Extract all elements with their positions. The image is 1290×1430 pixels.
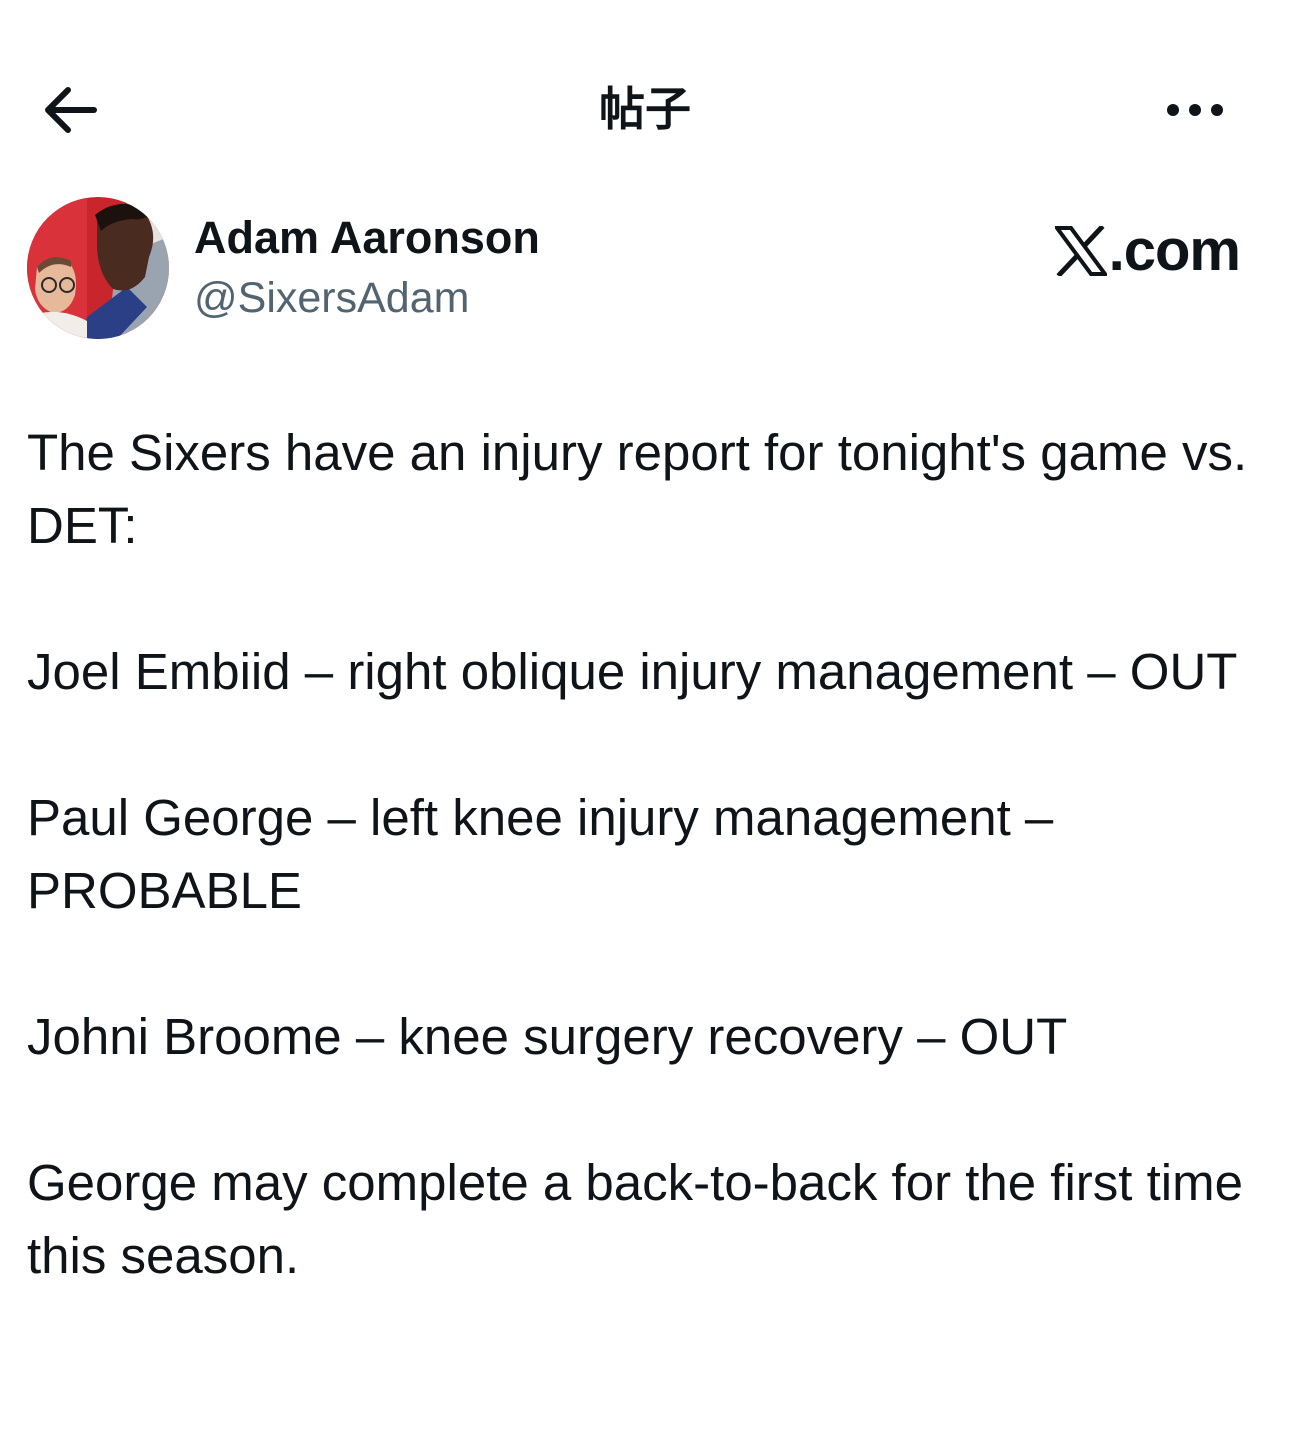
more-horizontal-icon — [1167, 104, 1223, 116]
arrow-left-icon — [45, 87, 97, 133]
back-button[interactable] — [38, 80, 102, 140]
page-title: 帖子 — [599, 82, 691, 136]
post-paragraph: George may complete a back-to-back for t… — [27, 1154, 1243, 1284]
x-logo-icon — [1054, 226, 1107, 276]
post-paragraph: Johni Broome – knee surgery recovery – O… — [27, 1008, 1068, 1065]
post-paragraph: The Sixers have an injury report for ton… — [27, 424, 1248, 554]
x-com-brand: .com — [1054, 216, 1241, 286]
top-bar: 帖子 — [0, 0, 1290, 220]
author-display-name[interactable]: Adam Aaronson — [194, 210, 540, 266]
post-paragraph: Paul George – left knee injury managemen… — [27, 789, 1054, 919]
avatar[interactable] — [27, 197, 169, 339]
author-header: Adam Aaronson @SixersAdam .com — [0, 190, 1290, 350]
brand-text: .com — [1108, 218, 1241, 283]
post-paragraph: Joel Embiid – right oblique injury manag… — [27, 643, 1238, 700]
post-text: The Sixers have an injury report for ton… — [27, 416, 1263, 1292]
more-options-button[interactable] — [1160, 88, 1230, 132]
author-handle[interactable]: @SixersAdam — [194, 270, 469, 326]
profile-photo — [27, 197, 169, 339]
